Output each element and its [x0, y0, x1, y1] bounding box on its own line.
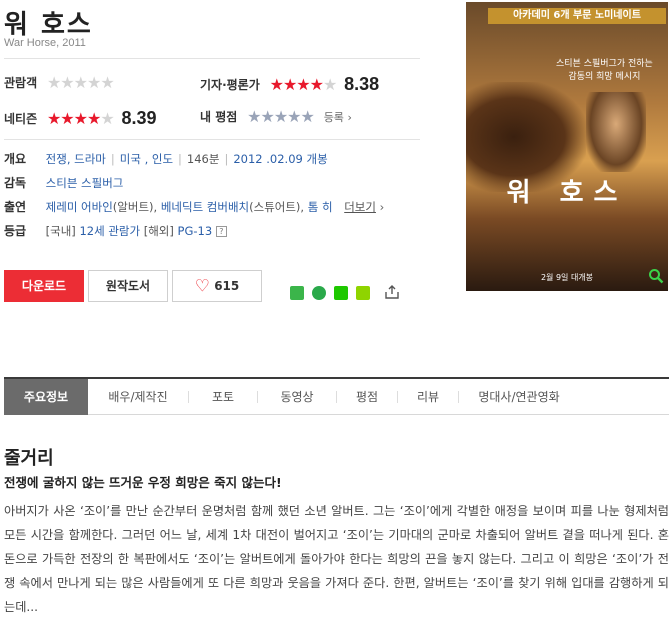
like-button[interactable]: ♡ 615 — [172, 270, 262, 302]
separator: | — [110, 152, 115, 166]
tab-photo[interactable]: 포토 — [189, 379, 257, 415]
register-rating-label: 등록 — [323, 110, 344, 124]
director-link[interactable]: 스티븐 스필버그 — [46, 176, 124, 190]
my-rating[interactable]: 내 평점 ★★★★★ 등록 › — [200, 108, 352, 128]
poster-tagline: 스티븐 스필버그가 전하는 감동의 희망 메시지 — [556, 59, 653, 82]
country-link[interactable]: 미국 , 인도 — [120, 152, 173, 166]
zoom-icon[interactable] — [648, 268, 664, 284]
star-empty-icon: ★ — [100, 108, 114, 128]
more-cast-link[interactable]: 더보기 — [344, 200, 376, 214]
grade-us-tag: [해외] — [143, 224, 174, 238]
critic-score: 8.38 — [344, 74, 380, 94]
star-filled-icon[interactable]: ★ — [301, 107, 315, 126]
cast-role-1: (알버트), — [112, 200, 158, 214]
audience-stars: ★★★★★ — [46, 72, 115, 92]
page-title: 워 호스 — [4, 10, 93, 40]
tab-quotes-related[interactable]: 명대사/연관영화 — [459, 379, 579, 415]
separator: | — [178, 152, 182, 166]
tab-rating[interactable]: 평점 — [337, 379, 397, 415]
blog-share-icon[interactable] — [334, 286, 348, 300]
star-empty-icon: ★ — [322, 74, 337, 94]
star-empty-icon: ★ — [60, 72, 74, 92]
netizen-score: 8.39 — [121, 108, 157, 128]
like-count: 615 — [214, 279, 240, 293]
movie-poster[interactable]: 아카데미 6개 부문 노미네이트 스티븐 스필버그가 전하는 감동의 희망 메시… — [466, 2, 668, 291]
star-filled-icon: ★ — [282, 74, 297, 94]
star-filled-icon[interactable]: ★ — [247, 107, 261, 126]
netizen-rating-label: 네티즌 — [4, 112, 38, 126]
star-filled-icon: ★ — [73, 108, 88, 128]
grade-us-link[interactable]: PG-13 — [178, 224, 213, 238]
tab-main-info[interactable]: 주요정보 — [4, 379, 88, 415]
star-empty-icon: ★ — [100, 72, 114, 92]
cast-link-1[interactable]: 제레미 어바인 — [46, 200, 113, 214]
grade-kr-link[interactable]: 12세 관람가 — [79, 224, 140, 238]
tab-bar: 주요정보 배우/제작진 포토 동영상 평점 리뷰 명대사/연관영화 — [4, 377, 669, 415]
tab-cast-crew[interactable]: 배우/제작진 — [88, 379, 188, 415]
cast-role-2: (스튜어트), — [249, 200, 305, 214]
grade-label: 등급 — [4, 224, 27, 238]
original-book-button[interactable]: 원작도서 — [88, 270, 168, 302]
director-label: 감독 — [4, 176, 27, 190]
audience-rating: 관람객 ★★★★★ — [4, 72, 115, 94]
grade-kr-tag: [국내] — [45, 224, 76, 238]
line-share-icon[interactable] — [290, 286, 304, 300]
register-rating-link[interactable]: 등록 › — [324, 111, 352, 124]
heart-icon: ♡ — [194, 276, 210, 297]
divider — [4, 139, 420, 140]
director-row: 감독 스티븐 스필버그 — [4, 174, 123, 192]
star-filled-icon: ★ — [296, 74, 310, 94]
my-rating-stars[interactable]: ★★★★★ — [247, 107, 315, 126]
separator: | — [224, 152, 229, 166]
cast-link-2[interactable]: 베네딕트 컴버배치 — [161, 200, 249, 214]
critic-rating: 기자·평론가 ★★★★★ 8.38 — [200, 74, 379, 94]
star-filled-icon: ★ — [309, 74, 324, 94]
tab-review[interactable]: 리뷰 — [398, 379, 458, 415]
cafe-share-icon[interactable] — [356, 286, 370, 300]
overview-row: 개요 전쟁, 드라마 | 미국 , 인도 | 146분 | 2012 .02.09 개봉 — [4, 150, 328, 168]
divider — [4, 58, 420, 59]
band-share-icon[interactable] — [312, 286, 326, 300]
star-empty-icon: ★ — [46, 72, 61, 92]
star-filled-icon[interactable]: ★ — [274, 107, 288, 126]
star-filled-icon: ★ — [60, 108, 74, 128]
release-date-link[interactable]: 2012 .02.09 개봉 — [233, 152, 327, 166]
synopsis-body: 아버지가 사온 ‘조이’를 만난 순간부터 운명처럼 함께 했던 소년 알버트.… — [4, 504, 669, 614]
share-icon[interactable] — [384, 284, 400, 300]
star-filled-icon: ★ — [269, 74, 284, 94]
genre-link[interactable]: 전쟁, 드라마 — [46, 152, 106, 166]
download-button[interactable]: 다운로드 — [4, 270, 84, 302]
critic-rating-label: 기자·평론가 — [200, 78, 260, 92]
poster-title: 워 호스 — [506, 178, 628, 208]
star-empty-icon: ★ — [73, 72, 88, 92]
grade-row: 등급 [국내] 12세 관람가 [해외] PG-13 ? — [4, 222, 227, 240]
critic-stars: ★★★★★ — [269, 74, 338, 94]
star-filled-icon: ★ — [46, 108, 61, 128]
star-filled-icon: ★ — [86, 108, 101, 128]
overview-label: 개요 — [4, 152, 27, 166]
cast-row: 출연 제레미 어바인(알버트), 베네딕트 컴버배치(스튜어트), 톰 히 더보… — [4, 198, 384, 216]
netizen-stars: ★★★★★ — [46, 108, 115, 128]
synopsis-heading: 줄거리 — [4, 448, 54, 469]
synopsis-headline: 전쟁에 굴하지 않는 뜨거운 우정 희망은 죽지 않는다! — [4, 475, 282, 490]
star-filled-icon[interactable]: ★ — [287, 107, 301, 126]
my-rating-label: 내 평점 — [200, 110, 238, 124]
help-icon[interactable]: ? — [215, 226, 227, 237]
poster-date: 2월 9일 대개봉 — [540, 273, 594, 282]
netizen-rating[interactable]: 네티즌 ★★★★★ 8.39 — [4, 108, 157, 128]
star-empty-icon: ★ — [86, 72, 101, 92]
original-title: War Horse, 2011 — [4, 37, 86, 49]
poster-boy-image — [586, 92, 646, 172]
cast-link-3[interactable]: 톰 히 — [308, 200, 333, 214]
chevron-right-icon: › — [347, 110, 352, 124]
cast-label: 출연 — [4, 200, 27, 214]
star-filled-icon[interactable]: ★ — [260, 107, 274, 126]
runtime: 146분 — [186, 152, 220, 166]
audience-rating-label: 관람객 — [4, 76, 38, 90]
tab-video[interactable]: 동영상 — [258, 379, 336, 415]
chevron-right-icon: › — [375, 200, 385, 214]
poster-badge: 아카데미 6개 부문 노미네이트 — [488, 8, 666, 24]
